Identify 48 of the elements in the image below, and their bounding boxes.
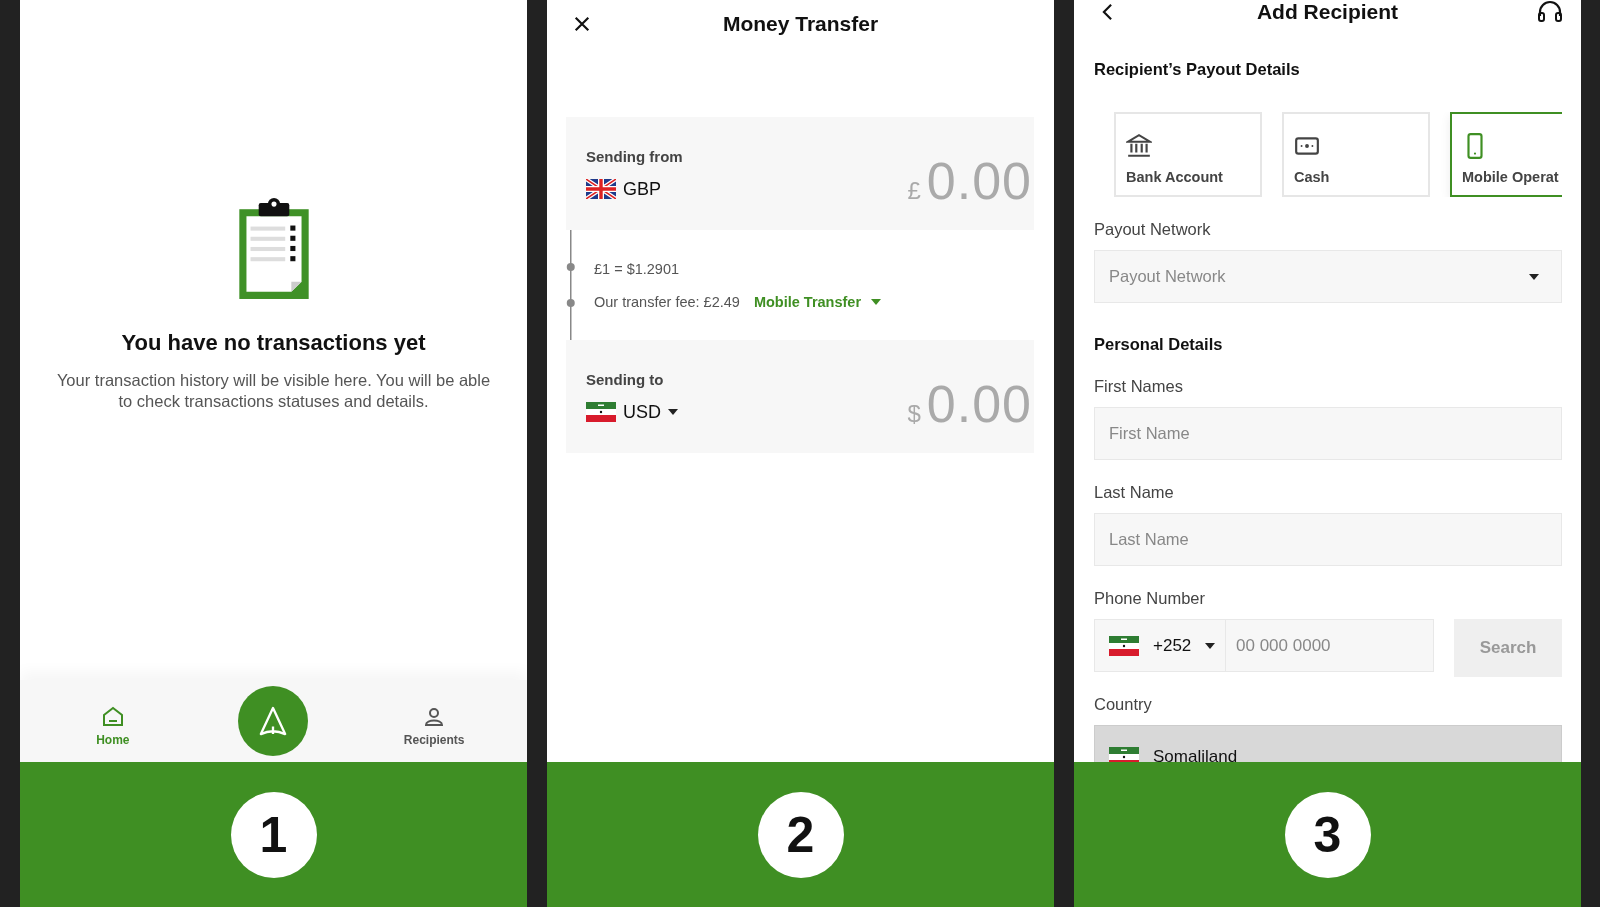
back-icon[interactable] — [1102, 3, 1113, 21]
home-icon — [100, 705, 125, 729]
screen-title: Money Transfer — [722, 12, 879, 36]
flag-icon — [586, 179, 616, 199]
nav-tab[interactable]: Recipients — [374, 695, 495, 747]
card-label: Sending to — [586, 370, 665, 388]
card-label: Sending from — [586, 147, 683, 165]
flag-icon — [1109, 747, 1139, 762]
caret-icon — [1529, 273, 1539, 280]
empty-description: Your transaction history will be visible here. You will be able to check transactions statuses and details. — [55, 370, 492, 412]
caret-icon — [1205, 642, 1216, 649]
field-label: Phone Number — [1094, 589, 1206, 608]
payout-option[interactable]: Mobile Operat — [1450, 112, 1562, 197]
field-label: Country — [1094, 695, 1153, 714]
country-code-dropdown[interactable]: +252 — [1094, 619, 1226, 672]
empty-title: You have no transactions yet — [121, 330, 426, 356]
arrow-up-icon — [259, 706, 288, 736]
bank-icon — [1126, 132, 1152, 159]
currency-symbol: £ — [907, 176, 921, 205]
currency-selector[interactable]: USD — [586, 401, 678, 423]
flag-icon — [586, 402, 616, 422]
step-number: 2 — [757, 791, 844, 878]
field-label: First Names — [1094, 377, 1184, 396]
phone-field[interactable]: 00 000 0000 — [1226, 619, 1434, 672]
transfer-fee: Our transfer fee: £2.49 — [594, 293, 740, 310]
close-icon[interactable] — [573, 15, 591, 33]
field-label: Payout Network — [1094, 220, 1212, 239]
screen-title: Add Recipient — [1256, 0, 1399, 24]
step-number: 3 — [1284, 791, 1371, 878]
exchange-rate: £1 = $1.2901 — [594, 260, 680, 277]
headset-icon[interactable] — [1537, 0, 1563, 24]
currency-selector[interactable]: GBP — [586, 178, 683, 200]
nav-tab[interactable]: Home — [52, 695, 173, 747]
payout-option[interactable]: Bank Account — [1114, 112, 1262, 197]
section-heading: Personal Details — [1094, 335, 1224, 354]
text-field[interactable]: First Name — [1094, 407, 1562, 460]
field-label: Last Name — [1094, 483, 1175, 502]
currency-symbol: $ — [907, 399, 921, 428]
country-dropdown[interactable]: Somaliland — [1094, 725, 1562, 762]
section-heading: Recipient’s Payout Details — [1094, 60, 1301, 79]
text-field[interactable]: Last Name — [1094, 513, 1562, 566]
caret-icon — [871, 298, 882, 305]
method-dropdown[interactable]: Mobile Transfer — [753, 293, 882, 310]
flag-icon — [1109, 635, 1139, 656]
payout-option[interactable]: Cash — [1282, 112, 1430, 197]
step-number: 1 — [230, 791, 317, 878]
clipboard-icon — [237, 198, 310, 300]
caret-icon — [668, 409, 678, 415]
